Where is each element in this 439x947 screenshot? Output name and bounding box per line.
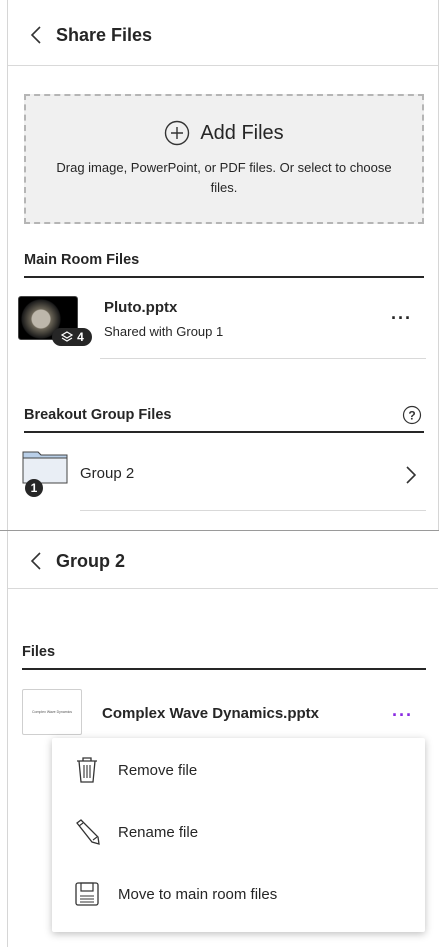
file-count: 1 <box>30 481 38 495</box>
file-context-menu: Remove file Rename file Move to main roo… <box>52 738 425 932</box>
header-divider <box>8 65 438 66</box>
file-count-badge: 1 <box>25 479 43 497</box>
row-divider <box>80 510 426 511</box>
main-room-files-header: Main Room Files <box>24 252 424 278</box>
slide-count: 4 <box>77 330 84 344</box>
layers-icon <box>60 331 74 342</box>
menu-item-label: Move to main room files <box>118 885 278 903</box>
file-name: Pluto.pptx <box>104 299 178 316</box>
thumbnail-caption: Complex Wave Dynamics <box>32 710 72 714</box>
chevron-right-icon <box>406 466 416 484</box>
menu-item-label: Remove file <box>118 761 198 779</box>
file-share-status: Shared with Group 1 <box>104 324 224 339</box>
slide-count-badge: 4 <box>52 328 92 346</box>
chevron-left-icon <box>30 552 41 570</box>
page-title: Share Files <box>56 24 153 45</box>
more-options-button[interactable]: ··· <box>391 309 412 327</box>
group-header: Group 2 <box>8 531 438 591</box>
group-title: Group 2 <box>56 550 126 571</box>
plus-circle-icon <box>165 120 190 146</box>
section-title: Files <box>22 644 56 660</box>
back-button[interactable] <box>22 21 50 49</box>
share-files-header: Share Files <box>8 5 438 65</box>
add-files-label: Add Files <box>200 121 284 144</box>
svg-text:?: ? <box>408 409 415 423</box>
section-title: Breakout Group Files <box>24 407 172 423</box>
help-icon: ? <box>402 405 422 425</box>
add-files-dropzone[interactable]: Add Files Drag image, PowerPoint, or PDF… <box>24 94 424 224</box>
floppy-disk-icon <box>72 879 102 909</box>
folder-icon <box>22 451 68 484</box>
dropzone-hint: Drag image, PowerPoint, or PDF files. Or… <box>56 160 392 195</box>
section-title: Main Room Files <box>24 252 140 268</box>
trash-icon <box>72 755 102 785</box>
menu-item-move-to-main-room[interactable]: Move to main room files <box>52 866 425 922</box>
menu-item-rename-file[interactable]: Rename file <box>52 804 425 860</box>
file-thumbnail: Complex Wave Dynamics <box>22 689 82 735</box>
row-divider <box>100 358 426 359</box>
header-divider <box>8 588 438 589</box>
share-files-panel: Share Files Add Files Drag image, PowerP… <box>8 0 438 530</box>
group-name: Group 2 <box>80 465 135 482</box>
more-options-button[interactable]: ··· <box>392 706 413 724</box>
file-name: Complex Wave Dynamics.pptx <box>102 705 320 722</box>
pencil-icon <box>72 817 102 847</box>
breakout-group-files-header: Breakout Group Files ? <box>24 405 424 433</box>
menu-item-label: Rename file <box>118 823 199 841</box>
back-button[interactable] <box>22 547 50 575</box>
chevron-left-icon <box>30 26 41 44</box>
menu-item-remove-file[interactable]: Remove file <box>52 742 425 798</box>
files-header: Files <box>22 644 426 670</box>
help-button[interactable]: ? <box>402 405 422 429</box>
